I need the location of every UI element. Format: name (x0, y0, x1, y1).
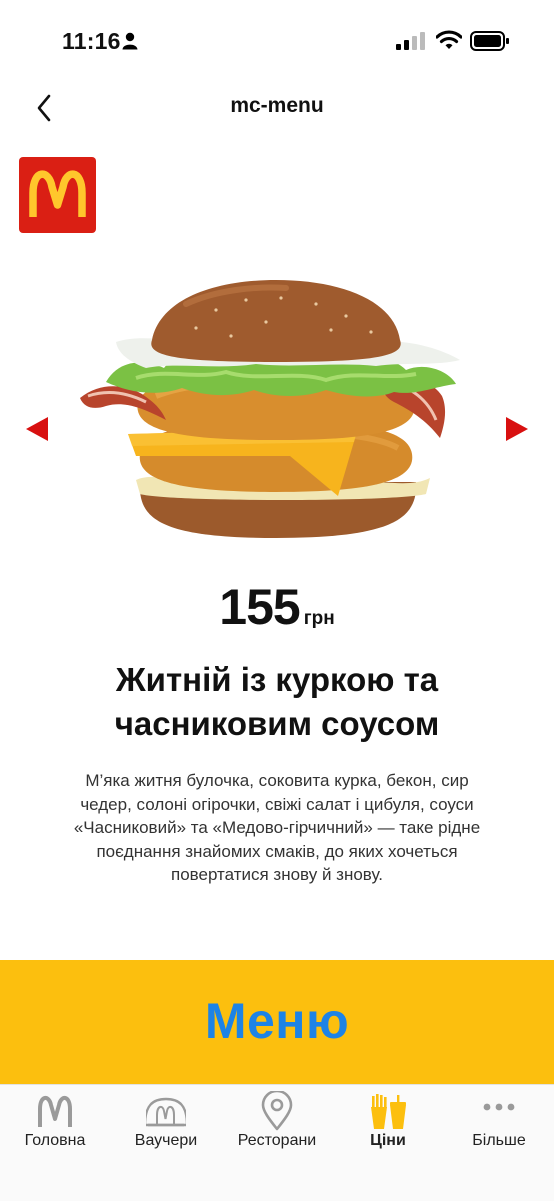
tab-prices[interactable]: Ціни (333, 1085, 443, 1165)
next-item-button[interactable] (500, 414, 530, 444)
wifi-icon (436, 30, 462, 49)
triangle-right-icon (506, 417, 528, 441)
golden-arches-icon (29, 170, 86, 217)
description-line: «Часниковий» та «Медово-гірчичний» — так… (73, 818, 481, 837)
voucher-icon (146, 1097, 186, 1127)
description-line: повертатися знову й знову. (171, 865, 383, 884)
location-pin-icon (261, 1091, 293, 1131)
menu-button-label: Меню (204, 993, 350, 1049)
tab-label: Ціни (370, 1132, 406, 1149)
price-value: 155 (219, 579, 300, 635)
product-price: 155 грн (0, 578, 554, 636)
product-title: Житній із куркою та часниковим соусом (40, 658, 514, 746)
person-icon (122, 32, 138, 50)
tab-bar: Головна Ваучери Ресторани Ціни Більше (0, 1084, 554, 1201)
product-description: М’яка житня булочка, соковита курка, бек… (52, 769, 502, 887)
tab-label: Більше (472, 1132, 526, 1149)
product-title-line: Житній із куркою та (115, 661, 439, 698)
product-title-line: часниковим соусом (114, 705, 440, 742)
previous-item-button[interactable] (24, 414, 54, 444)
mcdonalds-logo (19, 157, 96, 233)
tab-vouchers[interactable]: Ваучери (111, 1085, 221, 1165)
cellular-signal-icon (396, 32, 425, 50)
arches-icon (38, 1096, 72, 1127)
status-bar: 11:16 (0, 0, 554, 80)
product-image (80, 280, 460, 538)
tab-label: Ваучери (134, 1132, 198, 1149)
tab-more[interactable]: Більше (444, 1085, 554, 1165)
tab-restaurants[interactable]: Ресторани (222, 1085, 332, 1165)
status-time: 11:16 (62, 28, 121, 54)
tab-home[interactable]: Головна (0, 1085, 110, 1165)
triangle-left-icon (26, 417, 48, 441)
more-icon (483, 1103, 515, 1111)
page-title: mc-menu (230, 94, 324, 117)
tab-label: Ресторани (237, 1132, 317, 1149)
menu-button[interactable]: Меню (0, 960, 554, 1084)
navigation-bar: mc-menu (0, 80, 554, 136)
battery-icon (470, 31, 509, 51)
tab-label: Головна (24, 1132, 86, 1149)
description-line: чедер, солоні огірочки, свіжі салат і ци… (80, 794, 474, 814)
description-line: М’яка житня булочка, соковита курка, бек… (85, 771, 469, 790)
food-icon (371, 1094, 406, 1129)
price-currency: грн (303, 608, 335, 629)
description-line: поєднання знайомих смаків, до яких хочет… (96, 841, 458, 861)
